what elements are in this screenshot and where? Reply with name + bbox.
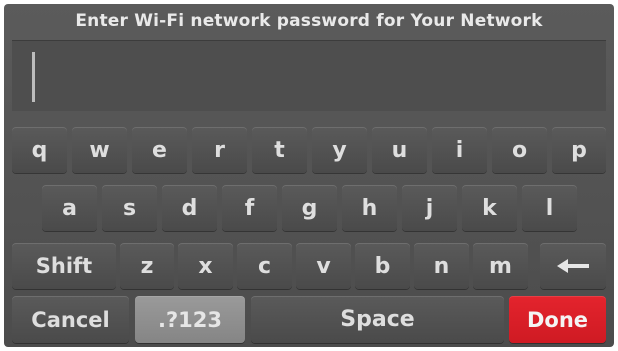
password-input[interactable]	[12, 40, 606, 111]
key-b[interactable]: b	[355, 243, 410, 289]
key-j[interactable]: j	[402, 185, 457, 231]
key-f[interactable]: f	[222, 185, 277, 231]
left-arrow-icon	[557, 259, 589, 273]
key-n[interactable]: n	[414, 243, 469, 289]
key-p[interactable]: p	[552, 127, 606, 173]
key-m[interactable]: m	[473, 243, 528, 289]
key-c[interactable]: c	[237, 243, 292, 289]
key-e[interactable]: e	[132, 127, 187, 173]
key-z[interactable]: z	[120, 243, 174, 289]
wifi-password-screen: Enter Wi-Fi network password for Your Ne…	[4, 4, 614, 347]
space-key[interactable]: Space	[251, 296, 504, 343]
key-a[interactable]: a	[42, 185, 97, 231]
key-t[interactable]: t	[252, 127, 307, 173]
key-y[interactable]: y	[312, 127, 367, 173]
page-title: Enter Wi-Fi network password for Your Ne…	[75, 11, 543, 31]
key-i[interactable]: i	[432, 127, 487, 173]
cancel-button[interactable]: Cancel	[12, 296, 129, 343]
text-cursor	[32, 52, 35, 102]
backspace-key[interactable]	[540, 243, 606, 289]
key-o[interactable]: o	[492, 127, 547, 173]
key-h[interactable]: h	[342, 185, 397, 231]
key-r[interactable]: r	[192, 127, 247, 173]
key-l[interactable]: l	[522, 185, 577, 231]
key-k[interactable]: k	[462, 185, 517, 231]
key-w[interactable]: w	[72, 127, 127, 173]
key-s[interactable]: s	[102, 185, 157, 231]
shift-key[interactable]: Shift	[12, 243, 116, 289]
done-button[interactable]: Done	[509, 296, 606, 343]
key-d[interactable]: d	[162, 185, 217, 231]
key-q[interactable]: q	[12, 127, 67, 173]
key-v[interactable]: v	[296, 243, 351, 289]
key-x[interactable]: x	[178, 243, 233, 289]
key-u[interactable]: u	[372, 127, 427, 173]
key-g[interactable]: g	[282, 185, 337, 231]
symbols-key[interactable]: .?123	[135, 296, 245, 343]
